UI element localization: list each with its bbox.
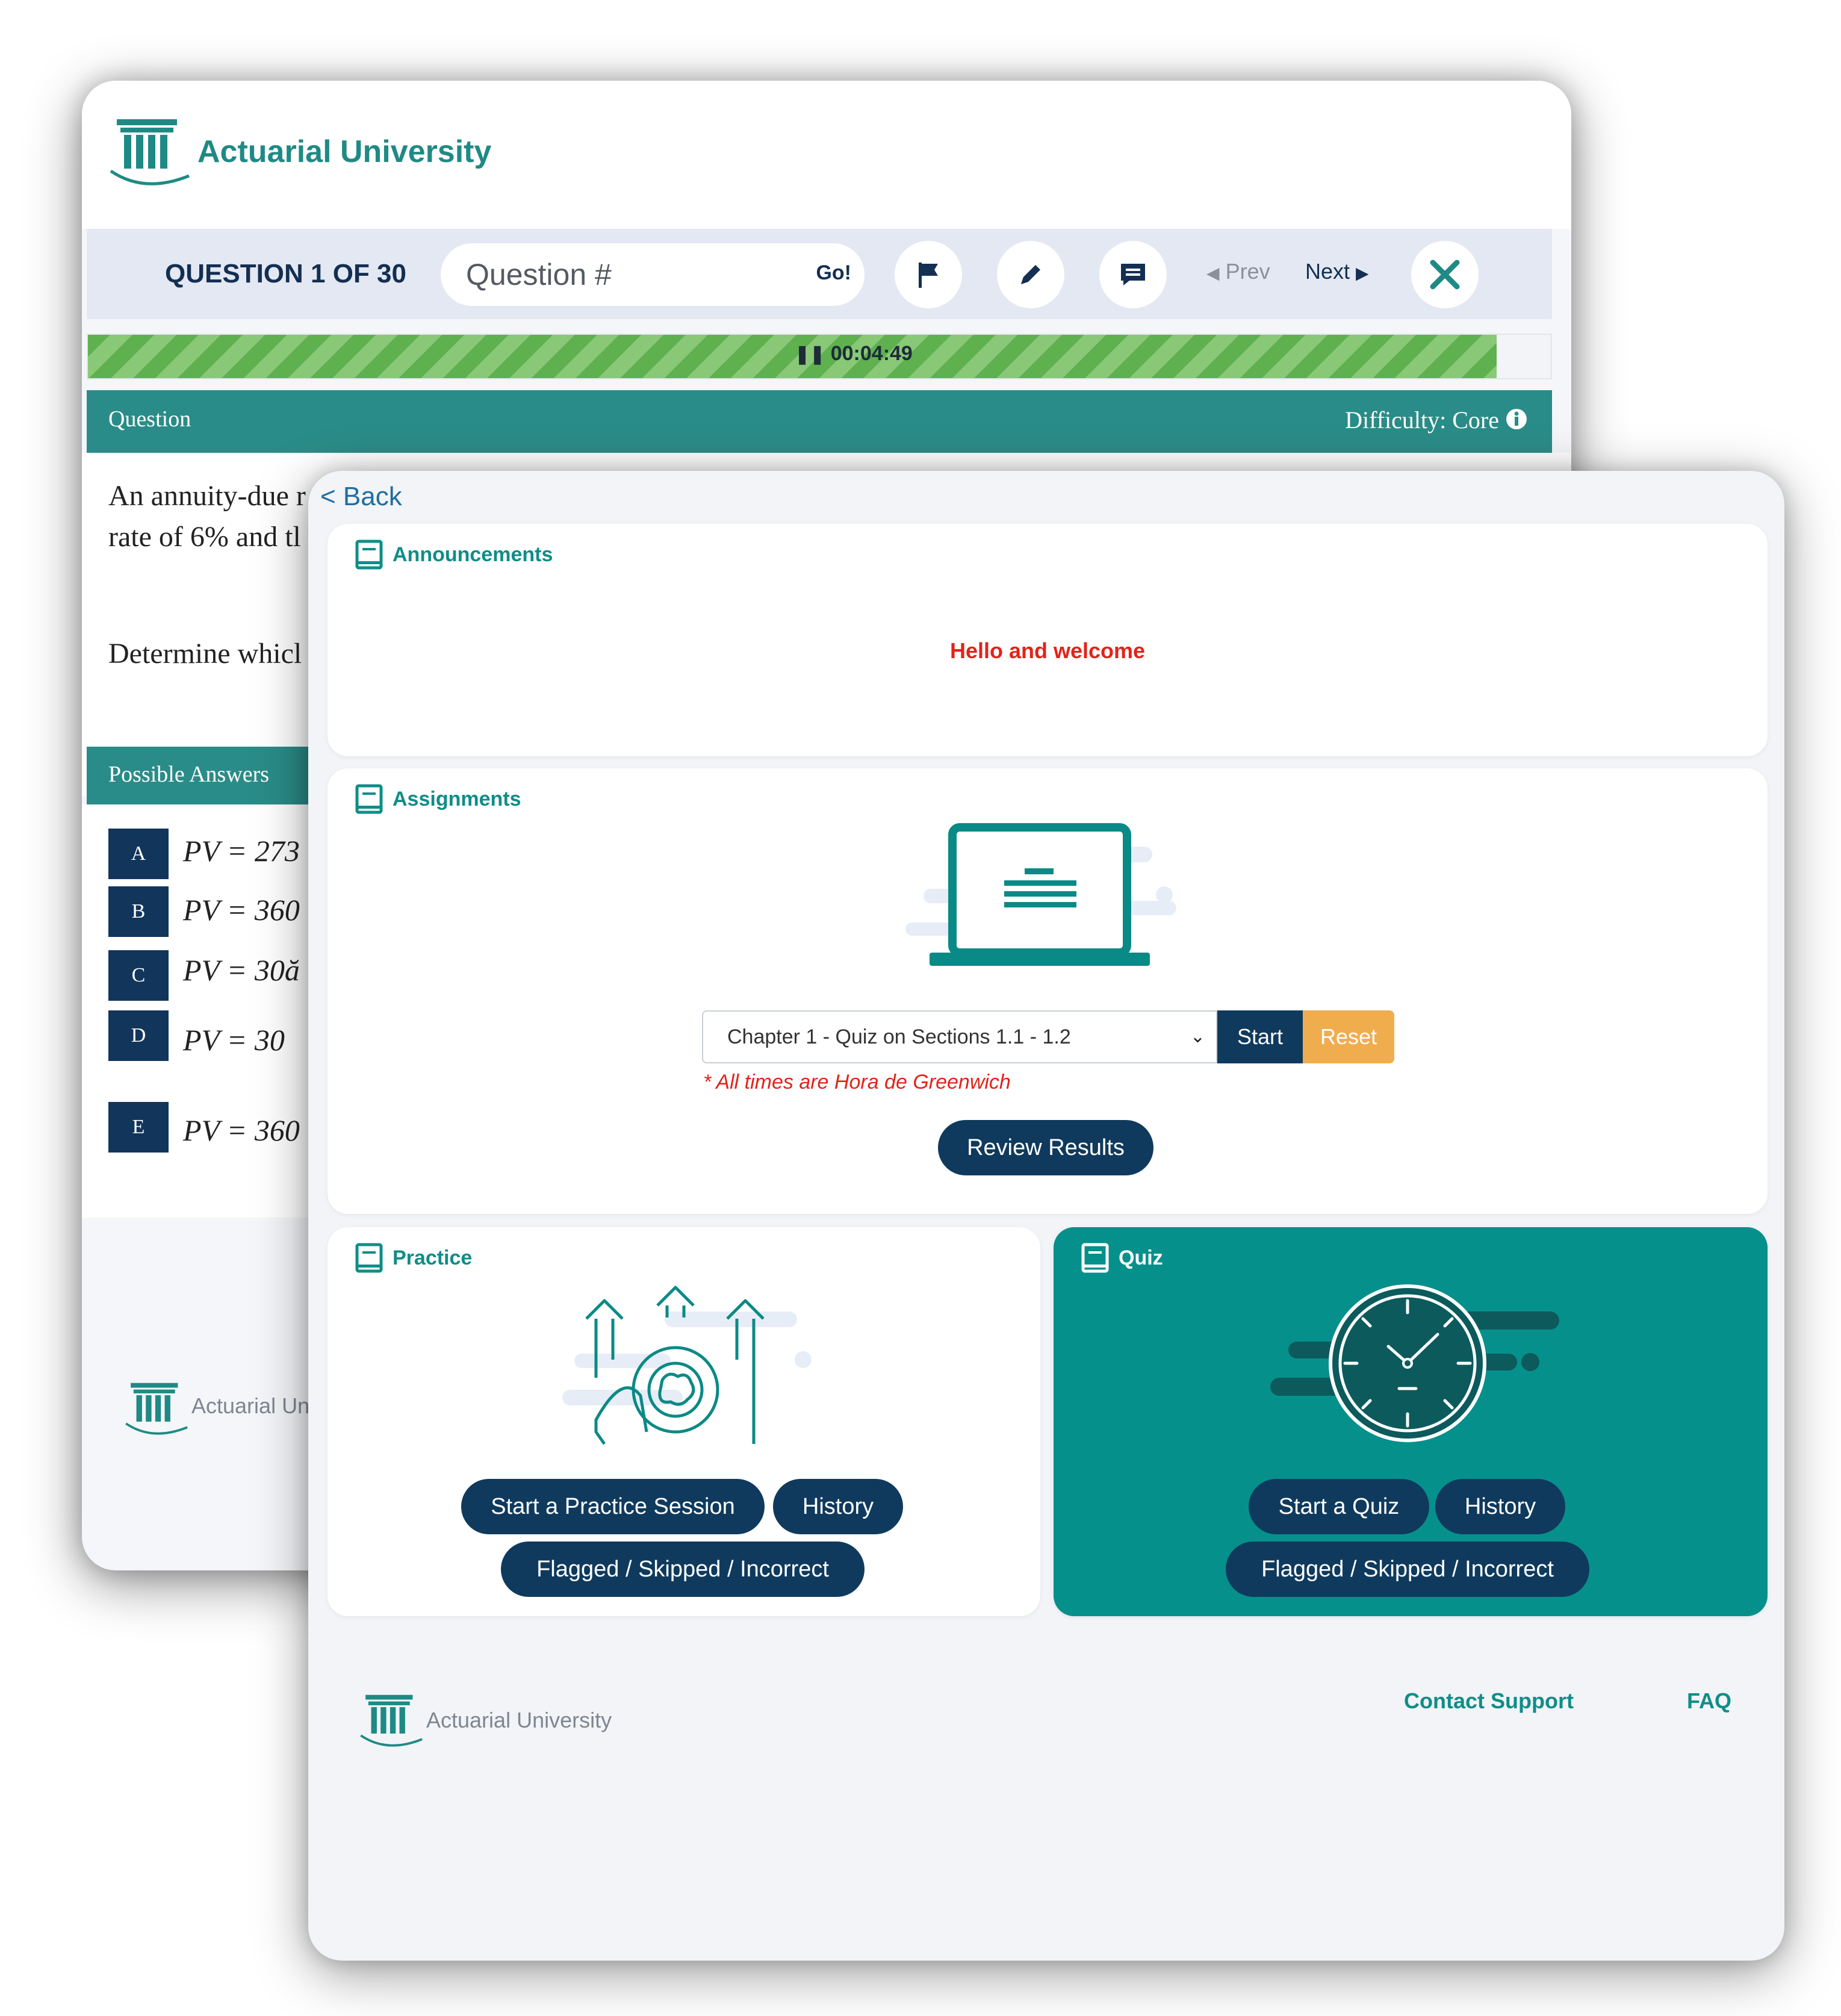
quiz-card: Quiz Start a Quiz History Flagged / Skip… xyxy=(1054,1227,1768,1616)
comment-icon xyxy=(1121,264,1145,285)
question-line: An annuity-due r xyxy=(108,480,306,512)
question-jump: Go! xyxy=(441,243,865,306)
question-number-input[interactable] xyxy=(465,257,778,293)
answer-text: PV = 30 xyxy=(183,1023,285,1057)
assignment-select[interactable]: Chapter 1 - Quiz on Sections 1.1 - 1.2 ⌄ xyxy=(702,1010,1217,1063)
pencil-icon xyxy=(1021,265,1040,284)
footer-logo-icon xyxy=(360,1694,423,1747)
next-button[interactable]: Next ▶ xyxy=(1305,259,1369,284)
footer-brand: Actuarial Un xyxy=(191,1393,310,1418)
brain-gear-icon xyxy=(562,1286,812,1445)
answer-text: PV = 30ă xyxy=(183,953,300,987)
start-assignment-button[interactable]: Start xyxy=(1217,1010,1303,1063)
review-results-button[interactable]: Review Results xyxy=(938,1120,1153,1175)
question-header: Question Difficulty: Core xyxy=(87,390,1552,453)
pause-icon[interactable]: ❚❚ xyxy=(795,344,825,364)
caret-left-icon: ◀ xyxy=(1206,264,1220,282)
flag-button[interactable] xyxy=(895,241,962,308)
book-icon xyxy=(355,784,383,814)
logo-icon xyxy=(110,119,190,185)
difficulty-label: Difficulty: Core xyxy=(1345,406,1499,434)
quiz-flagged-button[interactable]: Flagged / Skipped / Incorrect xyxy=(1226,1542,1589,1597)
contact-support-link[interactable]: Contact Support xyxy=(1404,1688,1574,1714)
timer: ❚❚ 00:04:49 xyxy=(795,342,913,366)
assignments-card: Assignments Chapter 1 - Quiz on Sections… xyxy=(328,768,1768,1214)
answer-option-e[interactable]: E xyxy=(108,1102,169,1153)
footer-logo-icon xyxy=(125,1383,188,1435)
practice-card: Practice Start a Practice Session Histor… xyxy=(328,1227,1040,1616)
practice-history-button[interactable]: History xyxy=(773,1479,903,1534)
chevron-down-icon: ⌄ xyxy=(1190,1027,1205,1047)
question-toolbar: QUESTION 1 OF 30 Go! ◀ Pr xyxy=(87,229,1552,319)
info-icon[interactable] xyxy=(1505,408,1528,431)
practice-title: Practice xyxy=(355,1243,472,1273)
close-button[interactable] xyxy=(1411,241,1479,308)
answers-header-label: Possible Answers xyxy=(108,762,270,787)
notes-button[interactable] xyxy=(997,241,1064,308)
faq-link[interactable]: FAQ xyxy=(1687,1688,1731,1714)
laptop-icon xyxy=(905,823,1176,966)
assignment-select-value: Chapter 1 - Quiz on Sections 1.1 - 1.2 xyxy=(727,1025,1071,1048)
assignments-title: Assignments xyxy=(355,784,521,814)
question-header-label: Question xyxy=(108,406,191,432)
book-icon xyxy=(355,540,383,570)
welcome-message: Hello and welcome xyxy=(949,638,1146,663)
comment-button[interactable] xyxy=(1099,241,1167,308)
back-link[interactable]: < Back xyxy=(320,482,402,512)
answer-option-d[interactable]: D xyxy=(108,1010,169,1061)
progress-fill xyxy=(88,335,1497,378)
question-line: rate of 6% and tl xyxy=(108,521,301,553)
book-icon xyxy=(355,1243,383,1273)
announcements-label: Announcements xyxy=(393,543,553,566)
book-icon xyxy=(1081,1243,1109,1273)
header: Actuarial University xyxy=(82,81,1571,229)
answer-text: PV = 360 xyxy=(183,1113,300,1147)
question-line: Determine whicl xyxy=(108,638,302,670)
go-button[interactable]: Go! xyxy=(816,261,851,285)
answer-text: PV = 273 xyxy=(183,834,300,868)
announcements-card: Announcements Hello and welcome xyxy=(328,524,1768,756)
answer-option-a[interactable]: A xyxy=(108,829,169,879)
prev-button[interactable]: ◀ Prev xyxy=(1206,259,1270,284)
flag-icon xyxy=(919,263,938,288)
answer-option-c[interactable]: C xyxy=(108,950,169,1001)
start-quiz-button[interactable]: Start a Quiz xyxy=(1249,1479,1429,1534)
answer-option-b[interactable]: B xyxy=(108,886,169,937)
quiz-label: Quiz xyxy=(1119,1246,1163,1269)
assignments-label: Assignments xyxy=(393,787,521,810)
prev-label: Prev xyxy=(1225,259,1270,284)
footer-brand: Actuarial University xyxy=(426,1708,612,1732)
timer-progress: ❚❚ 00:04:49 xyxy=(87,334,1552,379)
timer-value: 00:04:49 xyxy=(830,342,913,365)
brand-name: Actuarial University xyxy=(197,134,492,169)
quiz-title: Quiz xyxy=(1081,1243,1163,1273)
caret-right-icon: ▶ xyxy=(1356,264,1369,282)
answer-text: PV = 360 xyxy=(183,893,300,927)
difficulty: Difficulty: Core xyxy=(1345,406,1528,434)
dashboard-window: < Back Announcements Hello and welcome A… xyxy=(308,471,1784,1961)
question-counter: QUESTION 1 OF 30 xyxy=(165,259,406,288)
stopwatch-icon xyxy=(1270,1284,1559,1442)
announcements-title: Announcements xyxy=(355,540,553,570)
close-icon xyxy=(1430,260,1460,290)
quiz-history-button[interactable]: History xyxy=(1435,1479,1565,1534)
reset-assignment-button[interactable]: Reset xyxy=(1303,1010,1394,1063)
timezone-note: * All times are Hora de Greenwich xyxy=(703,1071,1011,1094)
next-label: Next xyxy=(1305,259,1350,284)
start-practice-button[interactable]: Start a Practice Session xyxy=(461,1479,765,1534)
practice-flagged-button[interactable]: Flagged / Skipped / Incorrect xyxy=(501,1542,865,1597)
practice-label: Practice xyxy=(393,1246,473,1269)
